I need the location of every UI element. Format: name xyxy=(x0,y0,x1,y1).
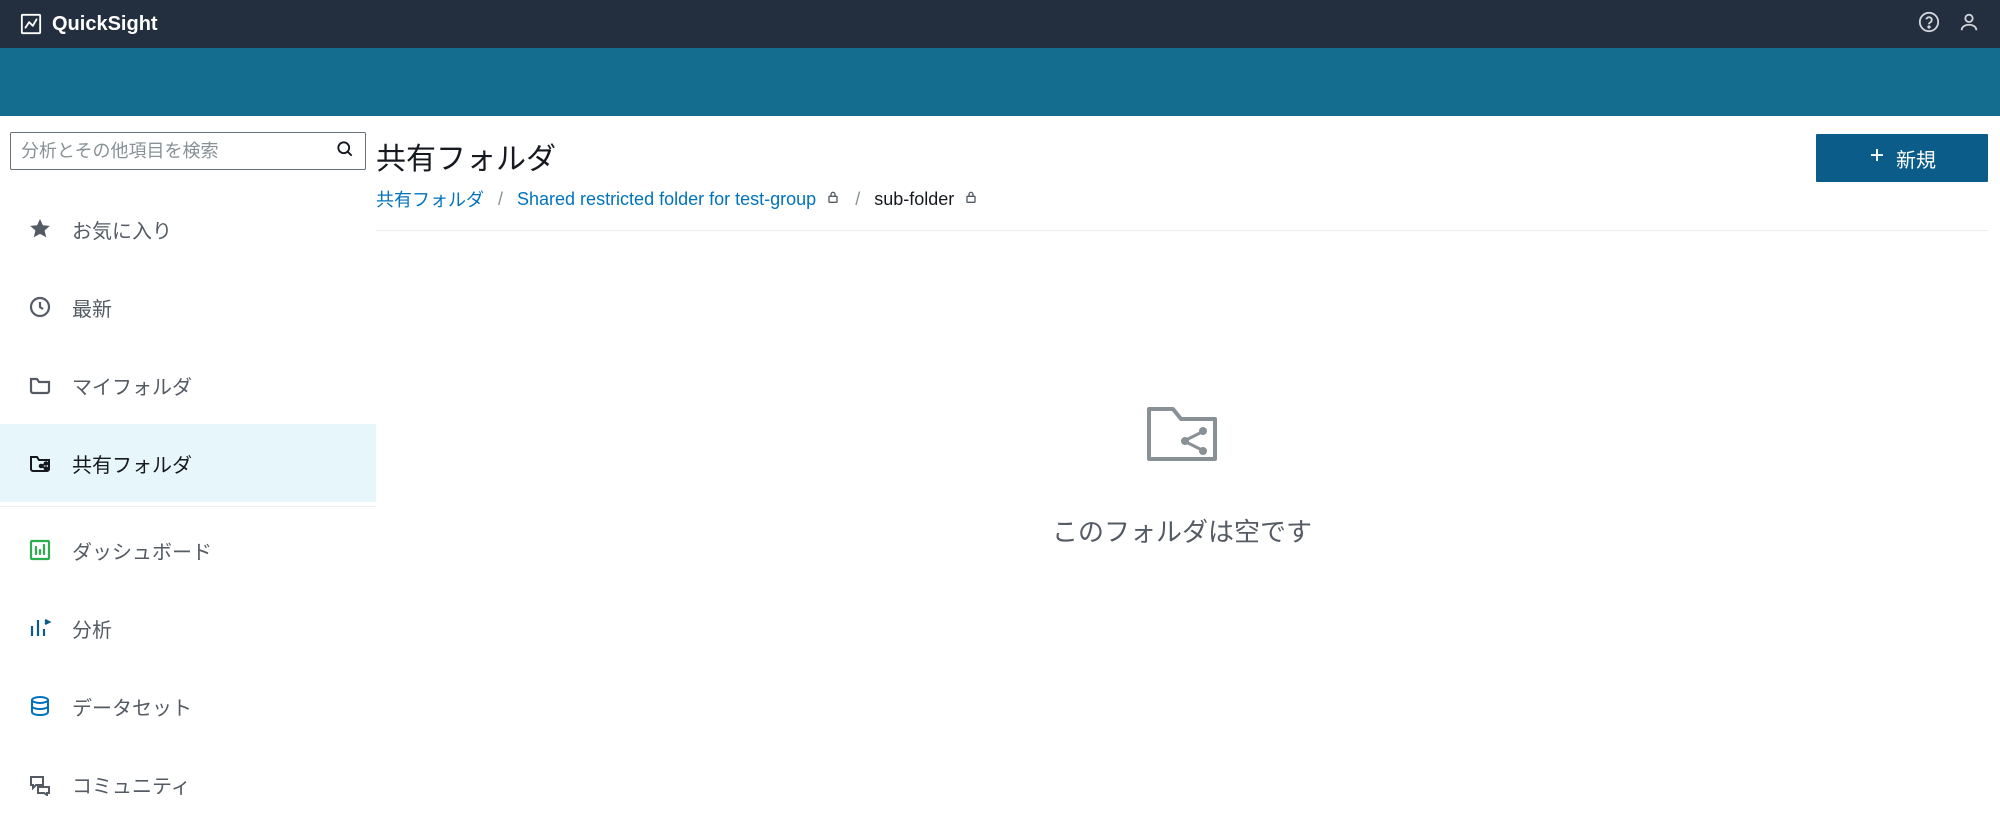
nav-label: 共有フォルダ xyxy=(72,449,192,478)
analysis-icon xyxy=(28,616,52,640)
clock-icon xyxy=(28,295,52,319)
breadcrumb-parent-wrap[interactable]: Shared restricted folder for test-group xyxy=(517,189,841,210)
search-icon[interactable] xyxy=(335,139,355,164)
nav-favorites[interactable]: お気に入り xyxy=(0,190,376,268)
nav-community[interactable]: コミュニティ xyxy=(0,745,376,823)
community-icon xyxy=(28,772,52,796)
brand-name: QuickSight xyxy=(52,13,158,36)
nav-label: データセット xyxy=(72,692,192,721)
breadcrumb: 共有フォルダ / Shared restricted folder for te… xyxy=(376,186,979,212)
nav-label: 分析 xyxy=(72,614,112,643)
breadcrumb-current: sub-folder xyxy=(874,189,954,209)
sidebar: お気に入り 最新 マイフォルダ 共有フォルダ xyxy=(0,116,376,823)
topbar: QuickSight xyxy=(0,0,2000,48)
dashboard-icon xyxy=(28,538,52,562)
shared-folder-icon xyxy=(28,451,52,475)
nav-my-folders[interactable]: マイフォルダ xyxy=(0,346,376,424)
nav-label: ダッシュボード xyxy=(72,536,212,565)
quicksight-logo-icon xyxy=(20,13,42,35)
breadcrumb-separator: / xyxy=(855,189,860,210)
star-icon xyxy=(28,217,52,241)
breadcrumb-parent[interactable]: Shared restricted folder for test-group xyxy=(517,189,816,209)
search-input[interactable] xyxy=(21,141,329,162)
new-button[interactable]: 新規 xyxy=(1816,134,1988,182)
nav-label: 最新 xyxy=(72,293,112,322)
nav-divider xyxy=(0,506,376,507)
folder-icon xyxy=(28,373,52,397)
breadcrumb-current-wrap: sub-folder xyxy=(874,189,979,210)
brand[interactable]: QuickSight xyxy=(20,13,158,36)
nav-label: お気に入り xyxy=(72,215,172,244)
lock-icon xyxy=(963,189,979,205)
empty-message: このフォルダは空です xyxy=(1052,512,1312,549)
page-title: 共有フォルダ xyxy=(376,134,979,178)
nav-dashboards[interactable]: ダッシュボード xyxy=(0,511,376,589)
nav-shared-folders[interactable]: 共有フォルダ xyxy=(0,424,376,502)
nav-label: マイフォルダ xyxy=(72,371,192,400)
empty-folder-icon xyxy=(1145,401,1219,468)
search-box[interactable] xyxy=(10,132,366,170)
user-icon[interactable] xyxy=(1958,11,1980,38)
breadcrumb-separator: / xyxy=(498,189,503,210)
nav-datasets[interactable]: データセット xyxy=(0,667,376,745)
help-icon[interactable] xyxy=(1918,11,1940,38)
breadcrumb-root[interactable]: 共有フォルダ xyxy=(376,186,484,212)
lock-icon xyxy=(825,189,841,205)
subheader xyxy=(0,48,2000,116)
nav-label: コミュニティ xyxy=(72,770,191,799)
empty-state: このフォルダは空です xyxy=(376,231,1988,549)
plus-icon xyxy=(1868,146,1886,170)
nav-analyses[interactable]: 分析 xyxy=(0,589,376,667)
main-content: 共有フォルダ 共有フォルダ / Shared restricted folder… xyxy=(376,116,2000,823)
dataset-icon xyxy=(28,694,52,718)
new-button-label: 新規 xyxy=(1896,144,1936,173)
nav-recent[interactable]: 最新 xyxy=(0,268,376,346)
